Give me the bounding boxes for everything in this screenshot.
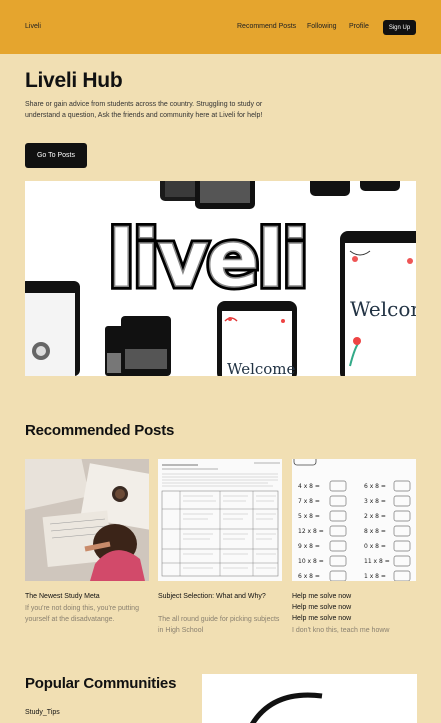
svg-text:12 x 8 =: 12 x 8 = — [298, 528, 324, 535]
hero-description: Share or gain advice from students acros… — [25, 101, 263, 119]
svg-text:4 x 8 =: 4 x 8 = — [298, 483, 320, 490]
nav-following[interactable]: Following — [307, 23, 337, 30]
popular-communities-title: Popular Communities — [25, 675, 177, 692]
banner-illustration: Welcome Welcome liveli liveli — [25, 181, 416, 376]
svg-text:6 x 8 =: 6 x 8 = — [298, 573, 320, 580]
recommended-posts-title: Recommended Posts — [25, 422, 175, 439]
brand-logo[interactable]: Liveli — [25, 23, 41, 30]
sign-up-button[interactable]: Sign Up — [383, 20, 416, 35]
post-title[interactable]: Subject Selection: What and Why? — [158, 591, 282, 602]
post-image-study-meta[interactable] — [25, 459, 149, 581]
post-description: If you're not doing this, you're putting… — [25, 605, 139, 623]
post-image-math-worksheet[interactable]: 4 x 8 = 6 x 8 = 7 x 8 = 3 x 8 = 5 x 8 = 2 x… — [292, 459, 416, 581]
nav-recommend-posts[interactable]: Recommend Posts — [237, 23, 296, 30]
community-item-study-tips[interactable]: Study_Tips — [25, 709, 60, 716]
svg-text:8 x 8 =: 8 x 8 = — [364, 528, 386, 535]
phone-welcome-text: Welcome — [227, 360, 296, 376]
svg-text:9 x 8 =: 9 x 8 = — [298, 543, 320, 550]
post-description: The all round guide for picking subjects… — [158, 616, 280, 634]
post-description: I don't kno this, teach me howw — [292, 627, 390, 634]
post-title[interactable]: Help me solve now Help me solve now Help… — [292, 591, 416, 624]
svg-text:10 x 8 =: 10 x 8 = — [298, 558, 324, 565]
go-to-posts-button[interactable]: Go To Posts — [25, 143, 87, 168]
liveli-logo: liveli — [108, 215, 307, 305]
svg-text:6 x 8 =: 6 x 8 = — [364, 483, 386, 490]
nav-profile[interactable]: Profile — [349, 23, 369, 30]
hero-banner-image: Welcome Welcome liveli liveli — [25, 181, 416, 376]
page-title: Liveli Hub — [25, 69, 123, 92]
phone-welcome-text-large: Welcome — [350, 297, 416, 321]
svg-text:3 x 8 =: 3 x 8 = — [364, 498, 386, 505]
svg-text:7 x 8 =: 7 x 8 = — [298, 498, 320, 505]
svg-text:0 x 8 =: 0 x 8 = — [364, 543, 386, 550]
post-title[interactable]: The Newest Study Meta — [25, 591, 149, 602]
post-image-subject-selection[interactable] — [158, 459, 282, 581]
svg-text:5 x 8 =: 5 x 8 = — [298, 513, 320, 520]
svg-text:1 x 8 =: 1 x 8 = — [364, 573, 386, 580]
navbar: Liveli Recommend Posts Following Profile… — [0, 0, 441, 54]
community-image — [202, 674, 417, 723]
svg-text:2 x 8 =: 2 x 8 = — [364, 513, 386, 520]
svg-text:11 x 8 =: 11 x 8 = — [364, 558, 390, 565]
